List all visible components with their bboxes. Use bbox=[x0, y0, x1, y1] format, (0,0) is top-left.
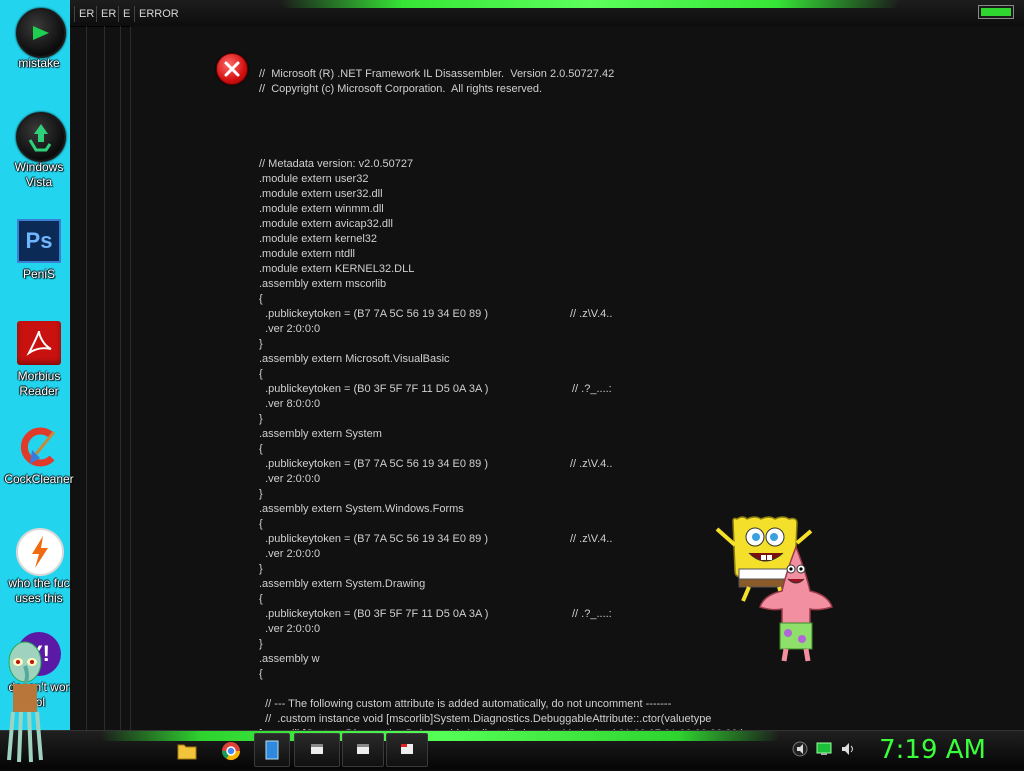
code-line: .module extern winmm.dll bbox=[259, 203, 384, 215]
error-window: ER ER E ERROR // Microsoft (R) .NET Fram… bbox=[70, 0, 1024, 730]
window-control-button[interactable] bbox=[978, 5, 1014, 19]
code-line: } bbox=[259, 413, 263, 425]
code-line: } bbox=[259, 488, 263, 500]
code-line: // Metadata version: v2.0.50727 bbox=[259, 158, 414, 170]
code-line: .ver 2:0:0:0 bbox=[259, 473, 321, 485]
code-line: } bbox=[259, 563, 263, 575]
photoshop-icon: Ps bbox=[16, 219, 62, 265]
desktop-icon-label: CockCleaner bbox=[4, 472, 74, 486]
code-line: { bbox=[259, 368, 263, 380]
code-inline-comment: // .?_....: bbox=[572, 383, 612, 395]
error-content: // Microsoft (R) .NET Framework IL Disas… bbox=[132, 26, 1024, 730]
desktop-icon-penis[interactable]: Ps PeniS bbox=[0, 216, 78, 282]
gutter-line bbox=[130, 26, 131, 730]
code-line: .ver 2:0:0:0 bbox=[259, 323, 321, 335]
notepad-icon[interactable] bbox=[254, 733, 290, 767]
code-inline-comment: // .z\V.4.. bbox=[570, 458, 613, 470]
code-line: { bbox=[259, 443, 263, 455]
code-line: .publickeytoken = (B0 3F 5F 7F 11 D5 0A … bbox=[259, 383, 489, 395]
desktop-icon-cockcleaner[interactable]: CockCleaner bbox=[0, 424, 78, 487]
code-line: { bbox=[259, 593, 263, 605]
code-line: { bbox=[259, 293, 263, 305]
volume-icon[interactable] bbox=[840, 741, 856, 757]
code-line: .module extern user32 bbox=[259, 173, 369, 185]
code-line: .assembly extern System.Windows.Forms bbox=[259, 503, 464, 515]
desktop-icon-label-line2: Reader bbox=[19, 384, 59, 398]
desktop-icon-who-uses-this[interactable]: who the fuc uses this bbox=[0, 528, 78, 606]
code-inline-comment: // .?_....: bbox=[572, 608, 612, 620]
code-line: .module extern KERNEL32.DLL bbox=[259, 263, 415, 275]
desktop-icon-windows-vista[interactable]: Windows Vista bbox=[0, 112, 78, 190]
error-icon bbox=[216, 53, 248, 85]
patrick-sticker bbox=[759, 545, 833, 662]
code-line: .assembly extern System.Drawing bbox=[259, 578, 426, 590]
code-line: .assembly extern mscorlib bbox=[259, 278, 387, 290]
code-line: .assembly extern Microsoft.VisualBasic bbox=[259, 353, 450, 365]
speaker-muted-icon[interactable] bbox=[792, 741, 808, 757]
desktop-icon-mistake[interactable]: mistake bbox=[0, 8, 78, 71]
gutter-line bbox=[120, 26, 121, 730]
window-titlebar: ER ER E ERROR bbox=[70, 0, 1024, 27]
lightning-bolt-icon bbox=[16, 528, 64, 576]
cleaner-broom-icon bbox=[16, 424, 62, 470]
desktop-icon-label: PeniS bbox=[22, 267, 56, 281]
code-inline-comment: // .z\V.4.. bbox=[570, 533, 613, 545]
code-line: .publickeytoken = (B7 7A 5C 56 19 34 E0 … bbox=[259, 458, 489, 470]
desktop-icon-morbius-reader[interactable]: Morbius Reader bbox=[0, 320, 78, 399]
code-line: .ver 2:0:0:0 bbox=[259, 548, 321, 560]
desktop-icon-label-line2: uses this bbox=[15, 591, 63, 605]
code-line: // Microsoft (R) .NET Framework IL Disas… bbox=[259, 68, 615, 80]
taskbar-window-2[interactable] bbox=[342, 733, 384, 767]
code-line: .ver 2:0:0:0 bbox=[259, 623, 321, 635]
code-line: } bbox=[259, 638, 263, 650]
network-icon[interactable] bbox=[816, 741, 832, 757]
code-line: .module extern user32.dll bbox=[259, 188, 383, 200]
code-line: // .custom instance void [mscorlib]Syste… bbox=[259, 713, 712, 725]
code-line: .module extern avicap32.dll bbox=[259, 218, 393, 230]
desktop-icon-label-line1: who the fuc bbox=[8, 576, 70, 590]
titlebar-glow bbox=[280, 0, 900, 8]
tab-er-2[interactable]: ER bbox=[96, 6, 119, 22]
code-line: .module extern ntdll bbox=[259, 248, 355, 260]
taskbar: 7:19 AM bbox=[0, 730, 1024, 769]
pdf-reader-icon bbox=[16, 321, 62, 367]
code-line: // Copyright (c) Microsoft Corporation. … bbox=[259, 83, 543, 95]
gutter-line bbox=[86, 26, 87, 730]
code-line: .assembly w bbox=[259, 653, 320, 665]
desktop-icon-label-line2: Vista bbox=[25, 175, 53, 189]
recycle-bin-icon bbox=[16, 112, 66, 162]
code-line: .assembly extern System bbox=[259, 428, 382, 440]
code-line: .module extern kernel32 bbox=[259, 233, 378, 245]
code-line: { bbox=[259, 668, 263, 680]
squidward-sticker bbox=[7, 641, 43, 763]
taskbar-window-3[interactable] bbox=[386, 733, 428, 767]
code-line: .publickeytoken = (B7 7A 5C 56 19 34 E0 … bbox=[259, 533, 489, 545]
code-line: .publickeytoken = (B0 3F 5F 7F 11 D5 0A … bbox=[259, 608, 489, 620]
code-line: .ver 8:0:0:0 bbox=[259, 398, 321, 410]
code-line: } bbox=[259, 338, 263, 350]
taskbar-clock[interactable]: 7:19 AM bbox=[879, 734, 986, 766]
folder-icon[interactable] bbox=[170, 735, 204, 765]
code-line: // --- The following custom attribute is… bbox=[259, 698, 672, 710]
code-line: .publickeytoken = (B7 7A 5C 56 19 34 E0 … bbox=[259, 308, 489, 320]
tab-error[interactable]: ERROR bbox=[134, 6, 199, 22]
dark-orb-icon bbox=[16, 8, 66, 58]
gutter-line bbox=[104, 26, 105, 730]
code-inline-comment: // .z\V.4.. bbox=[570, 308, 613, 320]
taskbar-window-1[interactable] bbox=[294, 733, 340, 767]
code-line: { bbox=[259, 518, 263, 530]
chrome-icon[interactable] bbox=[214, 735, 248, 765]
desktop-icon-label-line1: Morbius bbox=[17, 369, 61, 383]
